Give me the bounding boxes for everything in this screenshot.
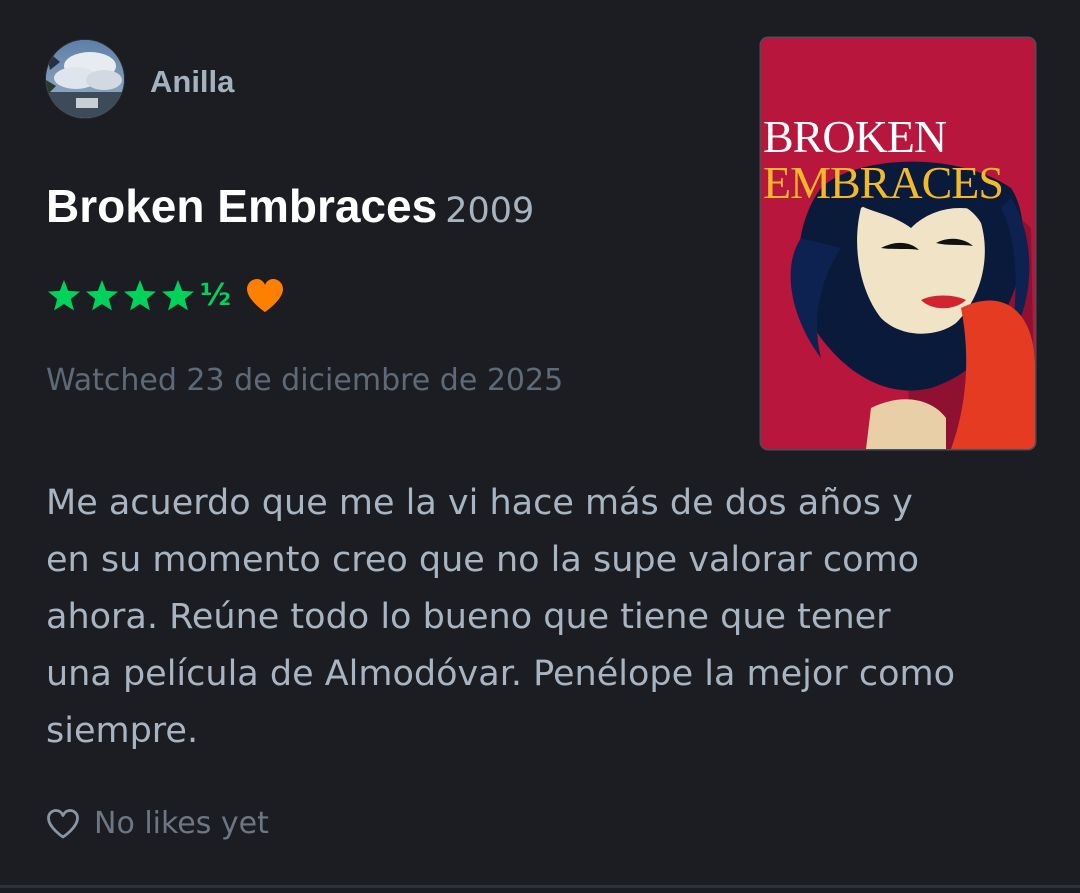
film-title[interactable]: Broken Embraces xyxy=(46,180,437,232)
divider xyxy=(0,885,1080,888)
likes-count-label: No likes yet xyxy=(94,806,269,841)
film-year[interactable]: 2009 xyxy=(445,191,534,231)
star-icon xyxy=(162,280,194,311)
likes-row[interactable]: No likes yet xyxy=(46,804,269,844)
star-icon xyxy=(124,280,156,311)
poster-title-line1: BROKEN xyxy=(763,111,947,162)
review-line: siempre. xyxy=(46,711,199,751)
rating: ½ xyxy=(46,276,285,316)
review-card: Anilla Broken Embraces 2009 ½ Watched 23 … xyxy=(0,0,1080,893)
review-text[interactable]: Me acuerdo que me la vi hace más de dos … xyxy=(46,475,1036,760)
star-icon xyxy=(48,280,80,311)
film-poster[interactable]: BROKEN EMBRACES xyxy=(761,38,1035,449)
review-line: Me acuerdo que me la vi hace más de dos … xyxy=(46,483,913,523)
half-star: ½ xyxy=(200,278,232,313)
review-line: una película de Almodóvar. Penélope la m… xyxy=(46,654,955,694)
watched-date[interactable]: Watched 23 de diciembre de 2025 xyxy=(46,359,563,403)
star-icon xyxy=(86,280,118,311)
poster-artwork xyxy=(761,38,1035,449)
film-heading: Broken Embraces 2009 xyxy=(46,176,534,247)
avatar[interactable] xyxy=(46,40,124,118)
poster-title-line2: EMBRACES xyxy=(763,157,1004,208)
heart-outline-icon[interactable] xyxy=(46,808,80,840)
liked-heart-icon xyxy=(247,279,284,312)
username[interactable]: Anilla xyxy=(150,62,234,102)
star-rating-icon xyxy=(48,280,194,311)
review-line: ahora. Reúne todo lo bueno que tiene que… xyxy=(46,597,891,637)
review-line: en su momento creo que no la supe valora… xyxy=(46,540,920,580)
